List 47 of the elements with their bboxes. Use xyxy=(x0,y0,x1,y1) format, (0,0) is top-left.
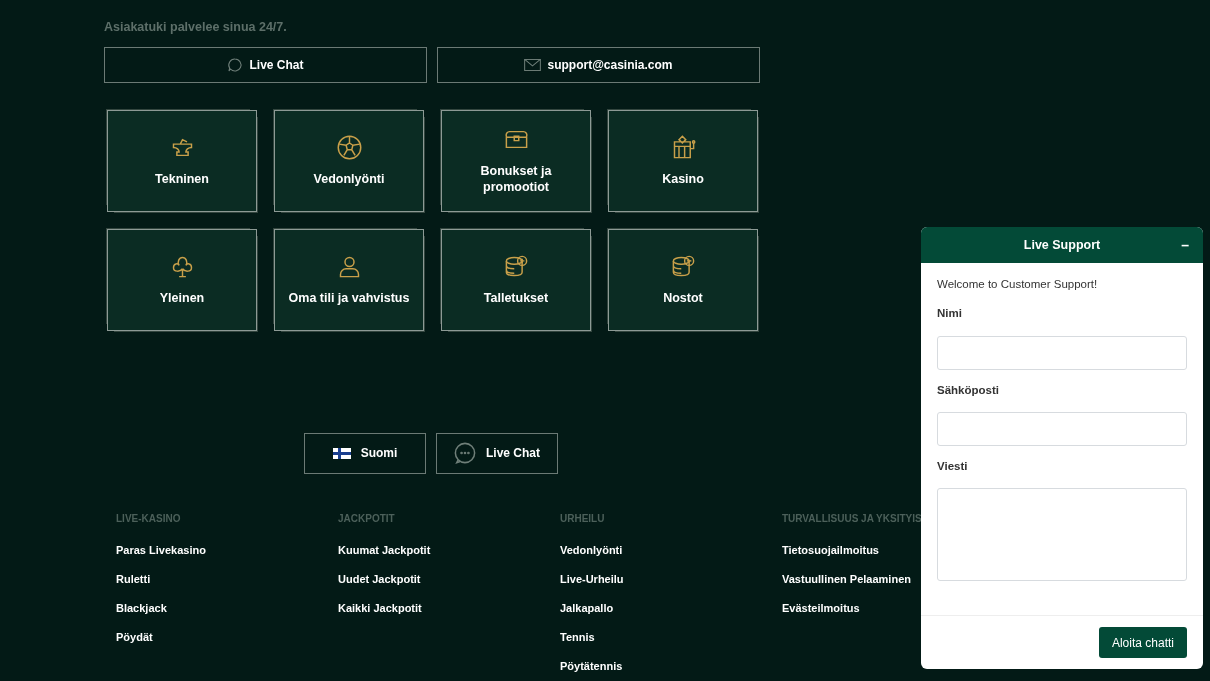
finland-flag-icon xyxy=(332,447,351,459)
category-tile[interactable]: Nostot xyxy=(608,228,758,331)
footer-link[interactable]: Kaikki Jackpotit xyxy=(338,599,422,629)
ball-icon xyxy=(335,134,363,162)
footer-link[interactable]: Tietosuojailmoitus xyxy=(782,541,879,571)
category-tile[interactable]: Tekninen xyxy=(107,109,257,212)
start-chat-button[interactable]: Aloita chatti xyxy=(1098,627,1187,658)
footer-link[interactable]: Evästeilmoitus xyxy=(782,599,860,629)
email-button[interactable]: support@casinia.com xyxy=(437,46,760,83)
input-field[interactable] xyxy=(937,411,1187,446)
footer-heading: URHEILU xyxy=(560,511,605,526)
footer-heading: JACKPOTIT xyxy=(338,511,395,526)
footer-link[interactable]: Vastuullinen Pelaaminen xyxy=(782,570,911,600)
footer-link[interactable]: Tennis xyxy=(560,628,595,658)
category-tile[interactable]: Kasino xyxy=(608,109,758,212)
message-field[interactable] xyxy=(937,488,1187,581)
minimize-button[interactable]: – xyxy=(1177,233,1193,258)
category-tile[interactable]: Oma tili ja vahvistus xyxy=(274,228,424,331)
footer-link[interactable]: Blackjack xyxy=(116,599,167,629)
category-tile[interactable]: Yleinen xyxy=(107,228,257,331)
footer-link[interactable]: Vedonlyönti xyxy=(560,541,623,571)
footer-link[interactable]: Pöydät xyxy=(116,628,153,658)
footer-link[interactable]: Kuumat Jackpotit xyxy=(338,541,431,571)
live-chat-button[interactable]: Live Chat xyxy=(436,432,558,474)
category-tile[interactable]: Bonukset ja promootiot xyxy=(441,109,591,212)
footer-link[interactable]: Ruletti xyxy=(116,570,151,600)
chat-icon xyxy=(454,442,476,465)
chat-icon xyxy=(227,56,244,73)
footer-heading: LIVE-KASINO xyxy=(116,511,181,526)
footer-link[interactable]: Jalkapallo xyxy=(560,599,614,629)
footer-heading: TURVALLISUUS JA YKSITYIS xyxy=(782,511,922,526)
category-tile[interactable]: Vedonlyönti xyxy=(274,109,424,212)
language-button[interactable]: Suomi xyxy=(304,432,426,474)
footer-link[interactable]: Paras Livekasino xyxy=(116,541,206,571)
support-hours-text: Asiakatuki palvelee sinua 24/7. xyxy=(104,19,288,36)
footer-link[interactable]: Uudet Jackpotit xyxy=(338,570,421,600)
field-label: Viesti xyxy=(937,458,969,474)
footer-link[interactable]: Pöytätennis xyxy=(560,657,623,681)
live-chat-button[interactable]: Live Chat xyxy=(104,46,427,83)
category-tile[interactable]: Talletukset xyxy=(441,228,591,331)
chat-title: Live Support xyxy=(1023,236,1101,254)
field-label: Nimi xyxy=(937,306,963,322)
footer-link[interactable]: Live-Urheilu xyxy=(560,570,624,600)
welcome-text: Welcome to Customer Support! xyxy=(937,277,1099,292)
field-label: Sähköposti xyxy=(937,382,1000,398)
input-field[interactable] xyxy=(937,335,1187,370)
mail-icon xyxy=(524,58,542,71)
